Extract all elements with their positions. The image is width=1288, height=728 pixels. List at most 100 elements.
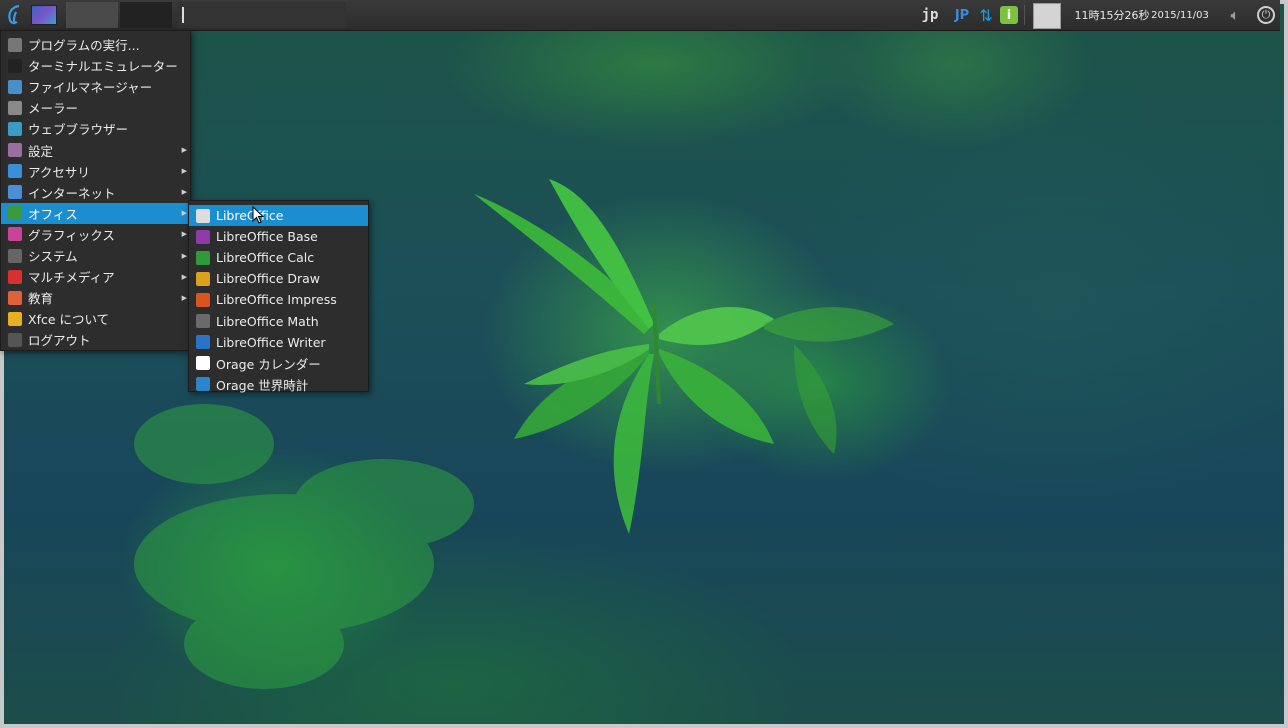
menu-item-label: Orage 世界時計 [216, 377, 309, 393]
menu-item-libreoffice-math[interactable]: LibreOffice Math [189, 311, 368, 332]
logout-icon [8, 332, 22, 347]
menu-item-folder[interactable]: ファイルマネージャー [1, 76, 190, 97]
menu-item-run-program[interactable]: プログラムの実行... [1, 34, 190, 55]
network-icon[interactable]: ⇅ [976, 0, 996, 30]
menu-item-label: LibreOffice Writer [216, 334, 326, 350]
menu-item-office[interactable]: オフィス ▶ [1, 202, 190, 224]
submenu-arrow-icon: ▶ [181, 209, 187, 218]
clock-time[interactable]: 11時15分26秒 [1066, 0, 1158, 30]
menu-item-calendar[interactable]: Orage カレンダー [189, 353, 368, 374]
info-icon: i [1000, 6, 1018, 24]
menu-item-label: LibreOffice Impress [216, 292, 337, 308]
volume-icon[interactable]: 🔈︎ [1224, 0, 1246, 30]
menu-item-multimedia[interactable]: マルチメディア ▶ [1, 266, 190, 287]
system-icon [8, 248, 22, 263]
notification-button[interactable]: i [999, 0, 1019, 30]
menu-item-accessories[interactable]: アクセサリ ▶ [1, 161, 190, 182]
menu-item-label: メーラー [28, 101, 79, 117]
menu-item-label: オフィス [28, 206, 78, 222]
menu-item-label: Orage カレンダー [216, 356, 321, 372]
education-icon [8, 290, 22, 305]
mouse-pointer-icon [252, 206, 265, 224]
multimedia-icon [8, 269, 22, 284]
world-clock-icon [196, 377, 210, 392]
tray-swatch[interactable] [1033, 3, 1061, 29]
libreoffice-base-icon [196, 229, 210, 244]
menu-item-label: ログアウト [28, 333, 91, 349]
panel-separator [1024, 5, 1029, 25]
menu-item-label: アクセサリ [28, 164, 90, 180]
power-button[interactable]: ⏻ [1254, 0, 1278, 30]
menu-item-label: LibreOffice Calc [216, 250, 315, 266]
submenu-arrow-icon: ▶ [181, 293, 187, 302]
menu-item-label: プログラムの実行... [28, 38, 140, 53]
libreoffice-draw-icon [196, 271, 210, 286]
browser-icon [8, 121, 22, 136]
keyboard-layout-indicator[interactable]: jp [918, 0, 942, 30]
calendar-icon [196, 356, 210, 371]
menu-item-label: 設定 [28, 143, 54, 159]
menu-item-system[interactable]: システム ▶ [1, 245, 190, 266]
libreoffice-math-icon [196, 314, 210, 328]
menu-item-internet[interactable]: インターネット ▶ [1, 182, 190, 203]
office-icon [8, 206, 22, 221]
menu-item-label: ファイルマネージャー [28, 80, 153, 96]
office-submenu: LibreOffice LibreOffice Base LibreOffice C… [188, 200, 369, 395]
menu-item-label: インターネット [28, 185, 116, 201]
run-program-icon [8, 37, 22, 52]
power-icon: ⏻ [1257, 6, 1275, 24]
menu-item-settings[interactable]: 設定 ▶ [1, 140, 190, 161]
whisker-menu-button[interactable] [2, 0, 28, 30]
input-method-indicator[interactable]: JP [950, 0, 974, 30]
submenu-arrow-icon: ▶ [181, 251, 187, 260]
submenu-arrow-icon: ▶ [181, 272, 187, 281]
desktop-thumbnail-icon [31, 5, 57, 25]
menu-item-graphics[interactable]: グラフィックス ▶ [1, 224, 190, 245]
menu-item-label: LibreOffice [216, 208, 284, 223]
menu-item-libreoffice-draw[interactable]: LibreOffice Draw [189, 268, 368, 289]
menu-item-label: Xfce について [28, 312, 110, 328]
menu-item-terminal[interactable]: ターミナルエミュレーター [1, 55, 190, 76]
submenu-arrow-icon: ▶ [181, 146, 187, 154]
graphics-icon [8, 227, 22, 242]
top-panel: jp JP ⇅ i 11時15分26秒 2015/11/03 🔈︎ ⏻ [0, 0, 1280, 31]
show-desktop-button[interactable] [30, 0, 58, 30]
menu-item-libreoffice[interactable]: LibreOffice [189, 205, 368, 226]
task-separator [182, 7, 184, 23]
menu-item-label: LibreOffice Base [216, 229, 318, 245]
internet-icon [8, 185, 22, 200]
submenu-arrow-icon: ▶ [181, 167, 187, 176]
menu-item-libreoffice-calc[interactable]: LibreOffice Calc [189, 247, 368, 268]
workspace-2[interactable] [120, 2, 172, 28]
menu-item-logout[interactable]: ログアウト [1, 329, 190, 350]
menu-item-libreoffice-impress[interactable]: LibreOffice Impress [189, 289, 368, 310]
menu-item-star[interactable]: Xfce について [1, 308, 190, 329]
mail-icon [8, 100, 22, 115]
folder-icon [8, 79, 22, 94]
menu-item-browser[interactable]: ウェブブラウザー [1, 118, 190, 139]
submenu-arrow-icon: ▶ [181, 230, 187, 239]
clock-date[interactable]: 2015/11/03 [1148, 0, 1212, 30]
menu-item-world-clock[interactable]: Orage 世界時計 [189, 374, 368, 395]
libreoffice-icon [196, 208, 210, 223]
settings-icon [8, 143, 22, 157]
menu-item-label: 教育 [28, 291, 54, 307]
menu-item-libreoffice-base[interactable]: LibreOffice Base [189, 226, 368, 247]
terminal-icon [8, 58, 22, 73]
menu-item-label: LibreOffice Math [216, 313, 319, 329]
applications-menu: プログラムの実行... ターミナルエミュレーターファイルマネージャー メーラー ウェブ… [0, 30, 191, 351]
submenu-arrow-icon: ▶ [181, 188, 187, 197]
menu-item-libreoffice-writer[interactable]: LibreOffice Writer [189, 332, 368, 353]
xfce-logo-icon [8, 4, 20, 25]
menu-item-label: マルチメディア [28, 270, 115, 286]
menu-item-mail[interactable]: メーラー [1, 97, 190, 118]
menu-item-label: LibreOffice Draw [216, 271, 321, 287]
libreoffice-calc-icon [196, 250, 210, 265]
libreoffice-writer-icon [196, 335, 210, 350]
tasklist[interactable] [178, 2, 346, 28]
workspace-1[interactable] [66, 2, 118, 28]
menu-item-label: グラフィックス [28, 227, 115, 243]
menu-item-education[interactable]: 教育 ▶ [1, 287, 190, 308]
libreoffice-impress-icon [196, 292, 210, 307]
menu-item-label: システム [28, 249, 78, 264]
